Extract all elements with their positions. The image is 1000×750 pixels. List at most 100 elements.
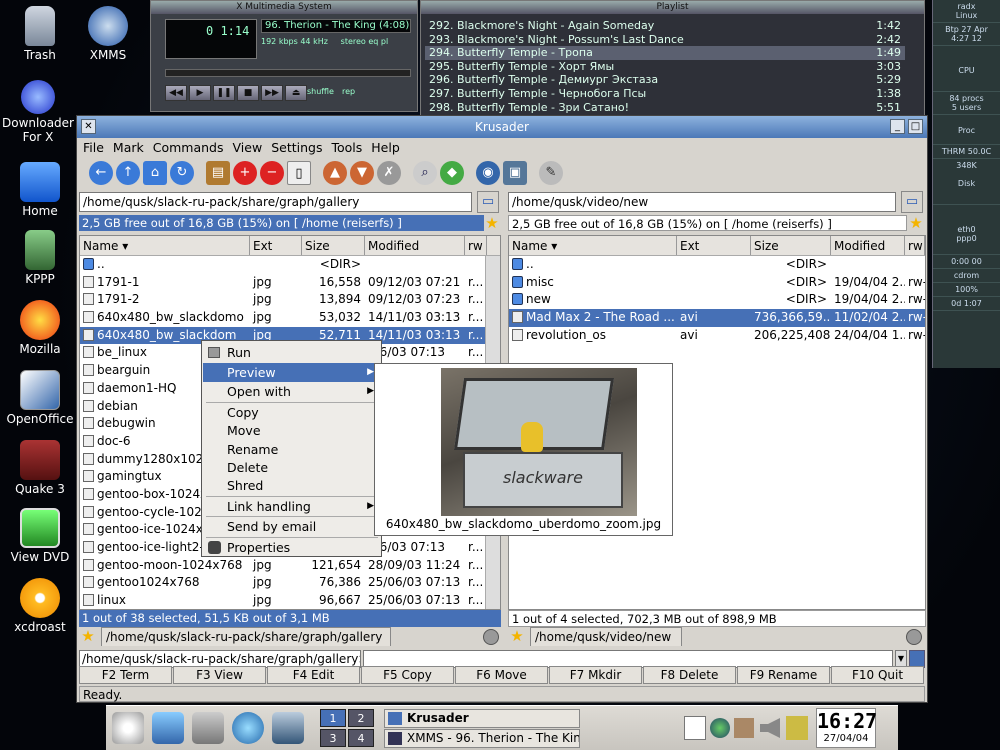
clipboard-icon[interactable]: ▤ <box>206 161 230 185</box>
f10-quit-button[interactable]: F10 Quit <box>831 666 924 684</box>
f4-edit-button[interactable]: F4 Edit <box>267 666 360 684</box>
pager-desktop-1[interactable]: 1 <box>320 709 346 727</box>
column-size[interactable]: Size <box>302 236 365 255</box>
column-perm[interactable]: rw <box>905 236 925 255</box>
pager-desktop-3[interactable]: 3 <box>320 729 346 747</box>
menu-item-move[interactable]: Move <box>203 421 380 440</box>
f3-view-button[interactable]: F3 View <box>173 666 266 684</box>
prev-icon[interactable]: ◀◀ <box>165 85 187 101</box>
xmms-playlist-window[interactable]: Playlist 292. Blackmore's Night - Again … <box>420 0 925 116</box>
shuffle-toggle[interactable]: shuffle <box>307 87 334 96</box>
refresh-icon[interactable]: ↻ <box>170 161 194 185</box>
klipper-icon[interactable] <box>684 716 706 740</box>
left-tab[interactable]: /home/qusk/slack-ru-pack/share/graph/gal… <box>101 627 391 646</box>
up-icon[interactable]: ↑ <box>116 161 140 185</box>
file-row[interactable]: .. <DIR> <box>509 256 925 274</box>
column-size[interactable]: Size <box>751 236 831 255</box>
menu-view[interactable]: View <box>233 138 263 158</box>
desktop-icon-quake3[interactable]: Quake 3 <box>2 440 78 496</box>
playlist-row[interactable]: 297. Butterfly Temple - Чернобога Псы 1:3… <box>425 87 905 101</box>
pack-icon[interactable]: ▲ <box>323 161 347 185</box>
menu-item-rename[interactable]: Rename <box>203 440 380 459</box>
left-tab-star-icon[interactable]: ★ <box>79 627 97 645</box>
back-icon[interactable]: ← <box>89 161 113 185</box>
file-row[interactable]: misc <DIR> 19/04/04 2...rw- <box>509 274 925 292</box>
right-folder-icon[interactable]: ▭ <box>901 191 923 213</box>
tools-icon[interactable]: ✗ <box>377 161 401 185</box>
menu-item-run[interactable]: Run <box>203 343 380 362</box>
eject-icon[interactable]: ⏏ <box>285 85 307 101</box>
menu-settings[interactable]: Settings <box>271 138 322 158</box>
left-path-field[interactable]: /home/qusk/slack-ru-pack/share/graph/gal… <box>79 192 472 212</box>
task-krusader[interactable]: Krusader <box>384 709 580 728</box>
repeat-toggle[interactable]: rep <box>342 87 355 96</box>
playlist-row[interactable]: 292. Blackmore's Night - Again Someday 1:… <box>425 19 905 33</box>
f6-move-button[interactable]: F6 Move <box>455 666 548 684</box>
network-tray-icon[interactable] <box>710 718 730 738</box>
task-xmms[interactable]: XMMS - 96. Therion - The Kin <box>384 729 580 748</box>
menu-item-open-with[interactable]: Open with ▶ <box>203 382 380 401</box>
playlist-row[interactable]: 293. Blackmore's Night - Possum's Last D… <box>425 33 905 47</box>
select-remove-icon[interactable]: − <box>260 161 284 185</box>
xmms-titlebar[interactable]: X Multimedia System <box>151 1 417 14</box>
column-modified[interactable]: Modified <box>831 236 905 255</box>
desktop-icon-xcdroast[interactable]: xcdroast <box>2 578 78 634</box>
column-modified[interactable]: Modified <box>365 236 465 255</box>
right-bookmark-star-icon[interactable]: ★ <box>907 214 925 232</box>
right-tab[interactable]: /home/qusk/video/new <box>530 627 682 646</box>
menu-item-properties[interactable]: Properties <box>203 538 380 557</box>
left-bookmark-star-icon[interactable]: ★ <box>483 214 501 232</box>
search-icon[interactable]: ⌕ <box>413 161 437 185</box>
menu-commands[interactable]: Commands <box>153 138 224 158</box>
settings-icon[interactable]: ✎ <box>539 161 563 185</box>
file-row[interactable]: 1791-2 jpg 13,894 09/12/03 07:23 r... <box>80 291 500 309</box>
menu-item-link-handling[interactable]: Link handling ▶ <box>203 497 380 516</box>
playlist-titlebar[interactable]: Playlist <box>421 1 924 14</box>
paint-tray-icon[interactable] <box>734 718 754 738</box>
maximize-button[interactable]: □ <box>908 119 923 134</box>
file-row[interactable]: gentoo-moon-1024x768 jpg 121,654 28/09/03 1… <box>80 557 500 575</box>
konqueror-icon[interactable] <box>232 712 264 744</box>
column-name[interactable]: Name ▾ <box>80 236 250 255</box>
right-tab-star-icon[interactable]: ★ <box>508 627 526 645</box>
column-ext[interactable]: Ext <box>250 236 302 255</box>
desktop-icon-mozilla[interactable]: Mozilla <box>2 300 78 356</box>
f2-term-button[interactable]: F2 Term <box>79 666 172 684</box>
desktop-icon-openoffice[interactable]: OpenOffice <box>2 370 78 426</box>
pause-icon[interactable]: ❚❚ <box>213 85 235 101</box>
menu-file[interactable]: File <box>83 138 104 158</box>
file-row[interactable]: linux jpg 96,667 25/06/03 07:13 r... <box>80 592 500 609</box>
menu-help[interactable]: Help <box>371 138 400 158</box>
stop-icon[interactable]: ■ <box>237 85 259 101</box>
image-preview-popup[interactable]: slackware 640x480_bw_slackdomo_uberdomo_… <box>374 363 673 536</box>
window-menu-icon[interactable]: ✕ <box>81 119 96 134</box>
column-perm[interactable]: rw <box>465 236 487 255</box>
playlist-row[interactable]: 298. Butterfly Temple - Зри Сатано! 5:51 <box>425 101 905 115</box>
minimize-button[interactable]: _ <box>890 119 905 134</box>
kde-menu-icon[interactable] <box>112 712 144 744</box>
column-ext[interactable]: Ext <box>677 236 751 255</box>
pager-desktop-2[interactable]: 2 <box>348 709 374 727</box>
package-tray-icon[interactable] <box>786 716 808 740</box>
playlist-row[interactable]: 295. Butterfly Temple - Хорт Ямы 3:03 <box>425 60 905 74</box>
file-row[interactable]: 640x480_bw_slackdomo jpg 53,032 14/11/03 03… <box>80 309 500 327</box>
menu-item-shred[interactable]: Shred <box>203 476 380 495</box>
playlist-row[interactable]: 296. Butterfly Temple - Демиург Экстаза 5… <box>425 73 905 87</box>
play-icon[interactable]: ▶ <box>189 85 211 101</box>
krusader-titlebar[interactable]: ✕ Krusader _ □ <box>77 116 927 138</box>
f9-rename-button[interactable]: F9 Rename <box>737 666 830 684</box>
menu-item-delete[interactable]: Delete <box>203 458 380 477</box>
desktop-icon-downloader[interactable]: Downloader For X <box>0 80 76 144</box>
file-row[interactable]: .. <DIR> <box>80 256 500 274</box>
xmms-window[interactable]: X Multimedia System 0 1:14 96. Therion -… <box>150 0 418 112</box>
desktop-icon-viewdvd[interactable]: View DVD <box>2 508 78 564</box>
volume-icon[interactable] <box>760 718 780 738</box>
menu-mark[interactable]: Mark <box>113 138 144 158</box>
desktop-icon-home[interactable]: Home <box>2 162 78 218</box>
file-row[interactable]: Mad Max 2 - The Road ... avi 736,366,59...… <box>509 309 925 327</box>
desktop-icon-kppp[interactable]: KPPP <box>2 230 78 286</box>
f7-mkdir-button[interactable]: F7 Mkdir <box>549 666 642 684</box>
next-icon[interactable]: ▶▶ <box>261 85 283 101</box>
home-folder-icon[interactable] <box>272 712 304 744</box>
right-tab-close-icon[interactable] <box>906 629 922 645</box>
